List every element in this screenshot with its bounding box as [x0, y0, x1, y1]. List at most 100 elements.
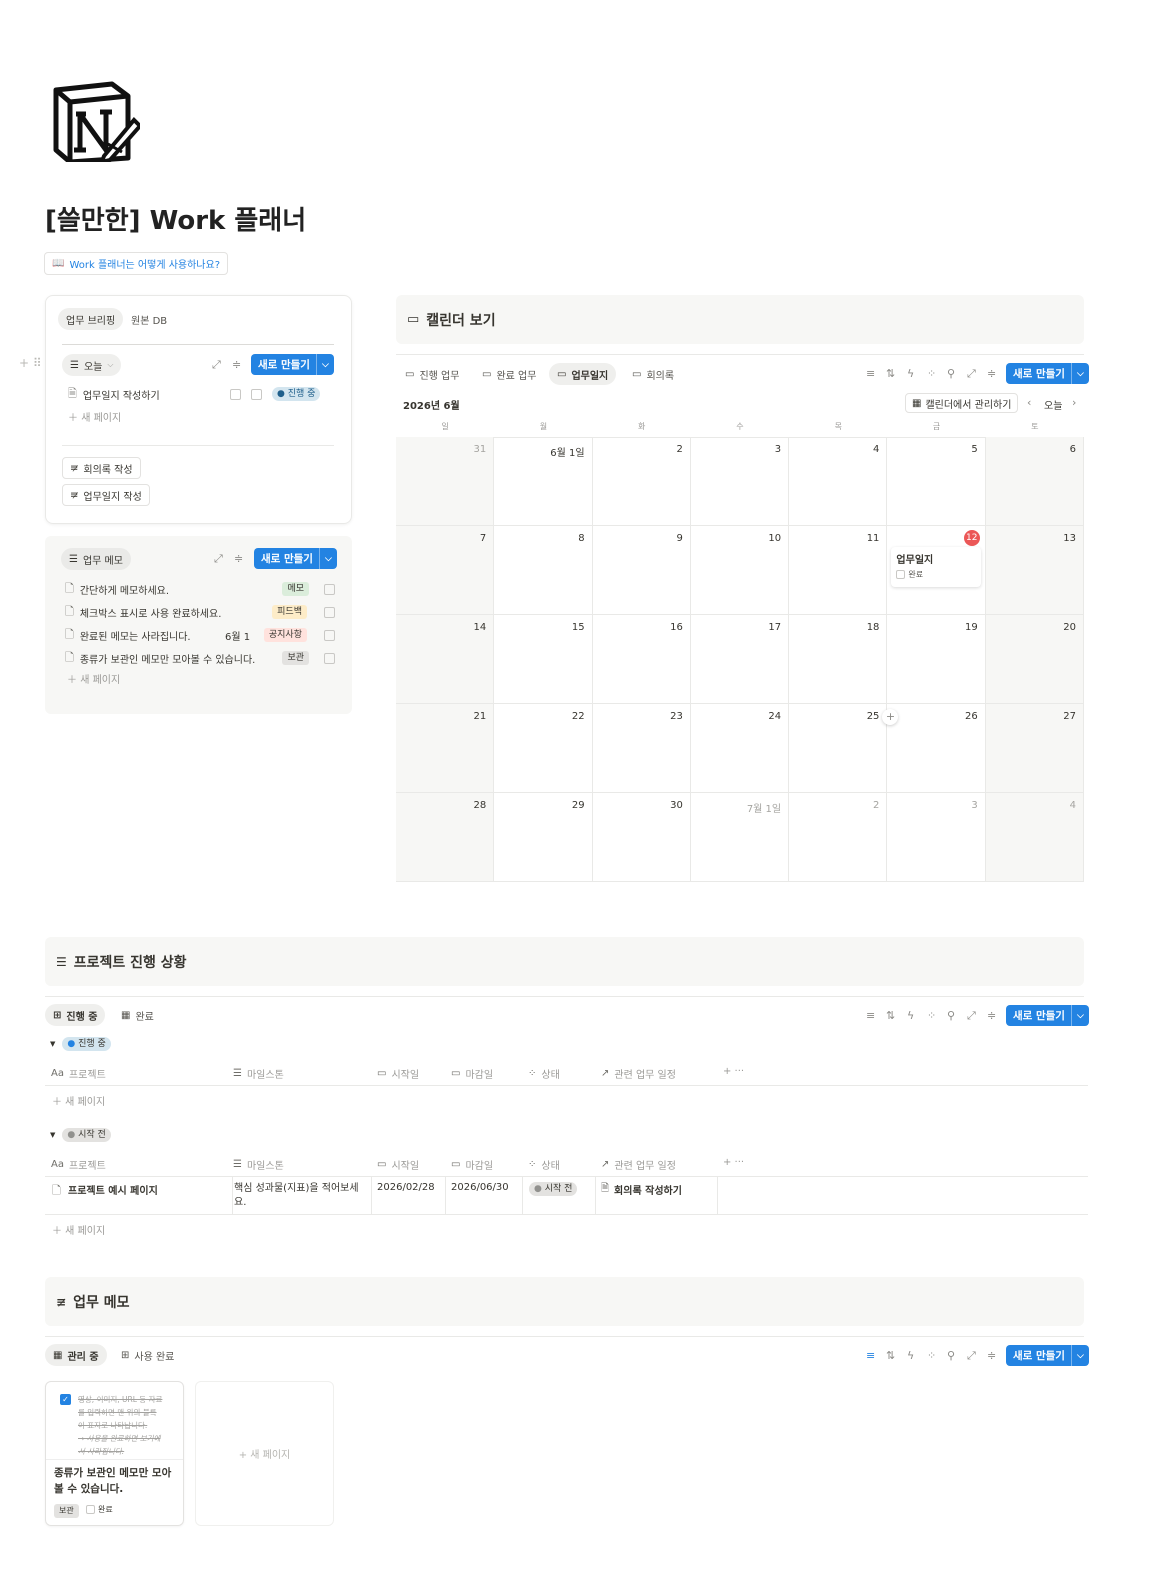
calendar-day[interactable]: 7월 1일 [690, 793, 790, 882]
col-project[interactable]: Aa 프로젝트 [51, 1157, 106, 1172]
next-icon[interactable]: › [1072, 396, 1076, 409]
view-today[interactable]: ☰ 오늘 ⌵ [62, 354, 122, 376]
memo-card[interactable]: ✓ 영상, 이미지, URL 등 자료 를 입력하면 맨 위의 블록 이 표지로 나… [45, 1381, 184, 1526]
done-checkbox[interactable]: 완료 [86, 1504, 113, 1515]
calendar-day[interactable]: 20 [985, 615, 1084, 704]
calendar-day[interactable]: 4 [985, 793, 1084, 882]
list-item[interactable]: 🗋 간단하게 메모하세요. 메모 [65, 581, 335, 597]
search-icon[interactable]: ⚲ [947, 367, 955, 380]
group-header[interactable]: ▼ ● 진행 중 [50, 1037, 111, 1051]
calendar-day[interactable]: 11 [789, 526, 888, 615]
calendar-day[interactable]: 4 [789, 437, 888, 526]
new-button[interactable]: 새로 만들기 ⌵ [1006, 1345, 1089, 1366]
list-item[interactable]: 🗋 완료된 메모는 사라집니다. 6월 1 공지사항 [65, 627, 335, 643]
calendar-day[interactable]: 29 [494, 793, 593, 882]
calendar-day[interactable]: 3 [690, 437, 790, 526]
guide-link[interactable]: 📖 Work 플래너는 어떻게 사용하나요? [44, 252, 229, 275]
automation-icon[interactable]: ϟ [907, 1009, 914, 1022]
col-related[interactable]: ↗ 관련 업무 일정 [601, 1157, 676, 1172]
tab-managing[interactable]: ▦ 관리 중 [45, 1344, 107, 1366]
view-memo[interactable]: ☰ 업무 메모 [61, 548, 131, 570]
checkbox[interactable] [324, 629, 335, 641]
new-page-link[interactable]: ＋ 새 페이지 [67, 671, 120, 686]
new-button[interactable]: 새로 만들기 ⌵ [1006, 1005, 1089, 1026]
calendar-day[interactable]: 26 [887, 704, 986, 793]
calendar-day[interactable]: 2 [789, 793, 888, 882]
automation-icon[interactable]: ϟ [907, 1349, 914, 1362]
tab-done[interactable]: ▦ 완료 [113, 1004, 162, 1026]
checkbox[interactable] [324, 652, 335, 664]
settings-icon[interactable]: ≑ [987, 1009, 996, 1022]
col-status[interactable]: ⁘ 상태 [528, 1157, 560, 1172]
status-badge[interactable]: ● 시작 전 [529, 1182, 578, 1196]
calendar-day[interactable]: 10 [690, 526, 790, 615]
settings-icon[interactable]: ≑ [987, 1349, 996, 1362]
group-header[interactable]: ▼ ● 시작 전 [50, 1128, 111, 1142]
settings-icon[interactable]: ≑ [234, 552, 243, 565]
col-milestone[interactable]: ☰ 마일스톤 [233, 1157, 284, 1172]
sort-icon[interactable]: ⇅ [886, 1009, 895, 1022]
new-button[interactable]: 새로 만들기 ⌵ [1006, 363, 1089, 384]
filter-icon[interactable]: ≡ [866, 1349, 875, 1362]
col-end[interactable]: ▭ 마감일 [451, 1157, 493, 1172]
calendar-day[interactable]: 30 [592, 793, 691, 882]
block-handle[interactable]: + ⠿ [19, 356, 42, 370]
calendar-day[interactable]: 15 [494, 615, 593, 704]
new-page-card[interactable]: + 새 페이지 [195, 1381, 334, 1526]
filter-icon[interactable]: ≡ [866, 367, 875, 380]
add-column-icon[interactable]: + ··· [723, 1157, 744, 1168]
list-item[interactable]: 🗎 업무일지 작성하기 ● 진행 중 [68, 386, 338, 402]
calendar-day[interactable]: 2 [592, 437, 691, 526]
calendar-day[interactable]: 12 업무일지 완료 [887, 526, 986, 615]
checkbox[interactable] [230, 388, 241, 400]
search-icon[interactable]: ⚲ [947, 1349, 955, 1362]
calendar-day[interactable]: 14 [396, 615, 495, 704]
tab-in-progress[interactable]: ⊞ 진행 중 [45, 1004, 106, 1026]
new-page-link[interactable]: ＋ 새 페이지 [52, 1222, 105, 1237]
related-link[interactable]: 🗎 회의록 작성하기 [601, 1181, 682, 1198]
calendar-day[interactable]: 3 [887, 793, 986, 882]
col-start[interactable]: ▭ 시작일 [377, 1066, 419, 1081]
calendar-day[interactable]: 25 + [789, 704, 899, 793]
filter-icon[interactable]: ≡ [866, 1009, 875, 1022]
tab-briefing[interactable]: 업무 브리핑 [58, 308, 124, 330]
new-button[interactable]: 새로 만들기 ⌵ [251, 354, 334, 375]
calendar-day[interactable]: 6 [985, 437, 1084, 526]
today-button[interactable]: 오늘 [1044, 397, 1062, 412]
prev-icon[interactable]: ‹ [1027, 396, 1031, 409]
automation-icon[interactable]: ϟ [907, 367, 914, 380]
ai-icon[interactable]: ⁘ [927, 367, 936, 380]
tab-used[interactable]: ⊞ 사용 완료 [113, 1344, 182, 1366]
calendar-day[interactable]: 23 [592, 704, 691, 793]
list-item[interactable]: 🗋 종류가 보관인 메모만 모아볼 수 있습니다. 보관 [65, 650, 335, 666]
checkbox[interactable] [324, 606, 335, 618]
expand-icon[interactable]: ⤢ [967, 1009, 976, 1023]
start-date[interactable]: 2026/02/28 [377, 1182, 435, 1193]
calendar-day[interactable]: 22 [494, 704, 593, 793]
calendar-day[interactable]: 27 [985, 704, 1084, 793]
end-date[interactable]: 2026/06/30 [451, 1182, 509, 1193]
calendar-day[interactable]: 8 [494, 526, 593, 615]
done-checkbox[interactable]: 완료 [896, 569, 975, 580]
settings-icon[interactable]: ≑ [987, 367, 996, 380]
ai-icon[interactable]: ⁘ [927, 1349, 936, 1362]
expand-icon[interactable]: ⤢ [214, 552, 223, 566]
tab-calendar-view[interactable]: ▭ 회의록 [624, 363, 682, 385]
tab-calendar-view[interactable]: ▭ 진행 업무 [397, 363, 467, 385]
add-column-icon[interactable]: + ··· [723, 1066, 744, 1077]
search-icon[interactable]: ⚲ [947, 1009, 955, 1022]
manage-calendar-button[interactable]: ▦ 캘린더에서 관리하기 [905, 393, 1019, 413]
sort-icon[interactable]: ⇅ [886, 1349, 895, 1362]
col-status[interactable]: ⁘ 상태 [528, 1066, 560, 1081]
project-name[interactable]: 프로젝트 예시 페이지 [68, 1182, 158, 1197]
new-page-link[interactable]: ＋ 새 페이지 [52, 1093, 105, 1108]
checkbox[interactable] [251, 388, 262, 400]
col-related[interactable]: ↗ 관련 업무 일정 [601, 1066, 676, 1081]
work-log-button[interactable]: ≡̷ 업무일지 작성 [62, 484, 150, 506]
checkbox[interactable] [324, 583, 335, 595]
col-project[interactable]: Aa 프로젝트 [51, 1066, 106, 1081]
col-milestone[interactable]: ☰ 마일스톤 [233, 1066, 284, 1081]
calendar-day[interactable]: 21 [396, 704, 495, 793]
new-button[interactable]: 새로 만들기 ⌵ [254, 548, 337, 569]
sort-icon[interactable]: ⇅ [886, 367, 895, 380]
